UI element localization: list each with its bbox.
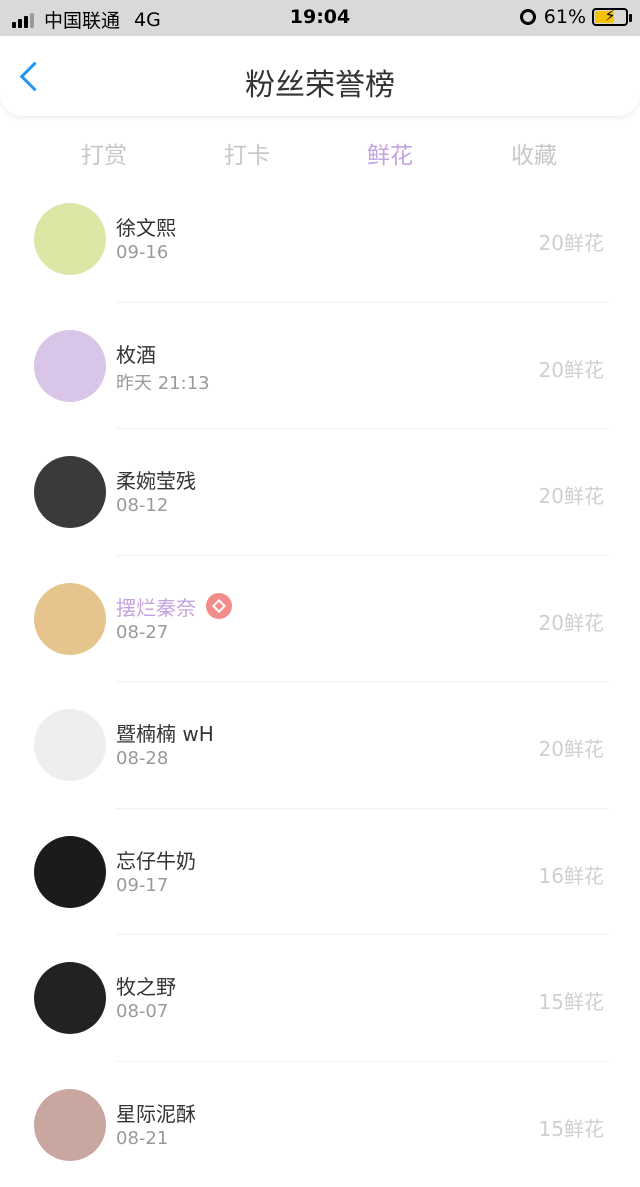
list-item[interactable]: 柔婉莹残 08-12 20鲜花	[0, 428, 640, 555]
user-name: 牧之野	[116, 971, 176, 1000]
avatar[interactable]	[34, 583, 106, 655]
tab-flowers[interactable]: 鲜花	[330, 136, 450, 170]
user-name: 摆烂秦奈	[116, 592, 196, 621]
divider	[116, 681, 610, 682]
status-bar: 中国联通 4G 19:04 61% ⚡	[0, 0, 640, 36]
flower-count: 20鲜花	[539, 607, 604, 636]
list-item[interactable]: 牧之野 08-07 15鲜花	[0, 934, 640, 1061]
tab-checkin[interactable]: 打卡	[187, 136, 307, 170]
user-name: 徐文熙	[116, 212, 176, 241]
list-item[interactable]: 暨楠楠 wH 08-28 20鲜花	[0, 681, 640, 808]
user-name: 柔婉莹残	[116, 465, 196, 494]
avatar[interactable]	[34, 709, 106, 781]
flower-count: 20鲜花	[539, 733, 604, 762]
avatar[interactable]	[34, 203, 106, 275]
user-date: 08-12	[116, 495, 168, 516]
alarm-icon	[520, 9, 536, 25]
diamond-badge-icon	[206, 593, 232, 619]
flower-count: 15鲜花	[539, 1113, 604, 1142]
avatar[interactable]	[34, 836, 106, 908]
flower-count: 20鲜花	[539, 480, 604, 509]
list-item[interactable]: 摆烂秦奈 08-27 20鲜花	[0, 555, 640, 682]
flower-count: 20鲜花	[539, 227, 604, 256]
avatar[interactable]	[34, 962, 106, 1034]
list-item[interactable]: 徐文熙 09-16 20鲜花	[0, 175, 640, 302]
battery-icon: ⚡	[592, 8, 628, 26]
tab-favorites[interactable]: 收藏	[474, 136, 594, 170]
fan-list: 徐文熙 09-16 20鲜花 枚酒 昨天 21:13 20鲜花 柔婉莹残 08-…	[0, 175, 640, 1187]
user-date: 08-27	[116, 622, 168, 643]
nav-bar: 粉丝荣誉榜	[0, 36, 640, 116]
divider	[116, 428, 610, 429]
list-item[interactable]: 枚酒 昨天 21:13 20鲜花	[0, 302, 640, 429]
flower-count: 20鲜花	[539, 354, 604, 383]
user-date: 08-28	[116, 748, 168, 769]
divider	[116, 808, 610, 809]
list-item[interactable]: 忘仔牛奶 09-17 16鲜花	[0, 808, 640, 935]
divider	[116, 302, 610, 303]
user-date: 09-16	[116, 242, 168, 263]
battery-percent: 61%	[544, 6, 586, 28]
user-name: 暨楠楠 wH	[116, 718, 214, 747]
user-name: 星际泥酥	[116, 1098, 196, 1127]
tab-bar: 打赏 打卡 鲜花 收藏	[0, 126, 640, 174]
avatar[interactable]	[34, 1089, 106, 1161]
divider	[116, 1061, 610, 1062]
user-name: 枚酒	[116, 339, 156, 368]
flower-count: 15鲜花	[539, 986, 604, 1015]
flower-count: 16鲜花	[539, 860, 604, 889]
user-name-vip: 摆烂秦奈	[116, 592, 232, 621]
user-date: 昨天 21:13	[116, 369, 210, 395]
avatar[interactable]	[34, 456, 106, 528]
user-date: 09-17	[116, 875, 168, 896]
avatar[interactable]	[34, 330, 106, 402]
list-item[interactable]: 星际泥酥 08-21 15鲜花	[0, 1061, 640, 1187]
page-title: 粉丝荣誉榜	[0, 60, 640, 104]
user-name: 忘仔牛奶	[116, 845, 196, 874]
tab-reward[interactable]: 打赏	[44, 136, 164, 170]
user-date: 08-21	[116, 1128, 168, 1149]
status-right: 61% ⚡	[520, 6, 628, 28]
divider	[116, 934, 610, 935]
divider	[116, 555, 610, 556]
user-date: 08-07	[116, 1001, 168, 1022]
